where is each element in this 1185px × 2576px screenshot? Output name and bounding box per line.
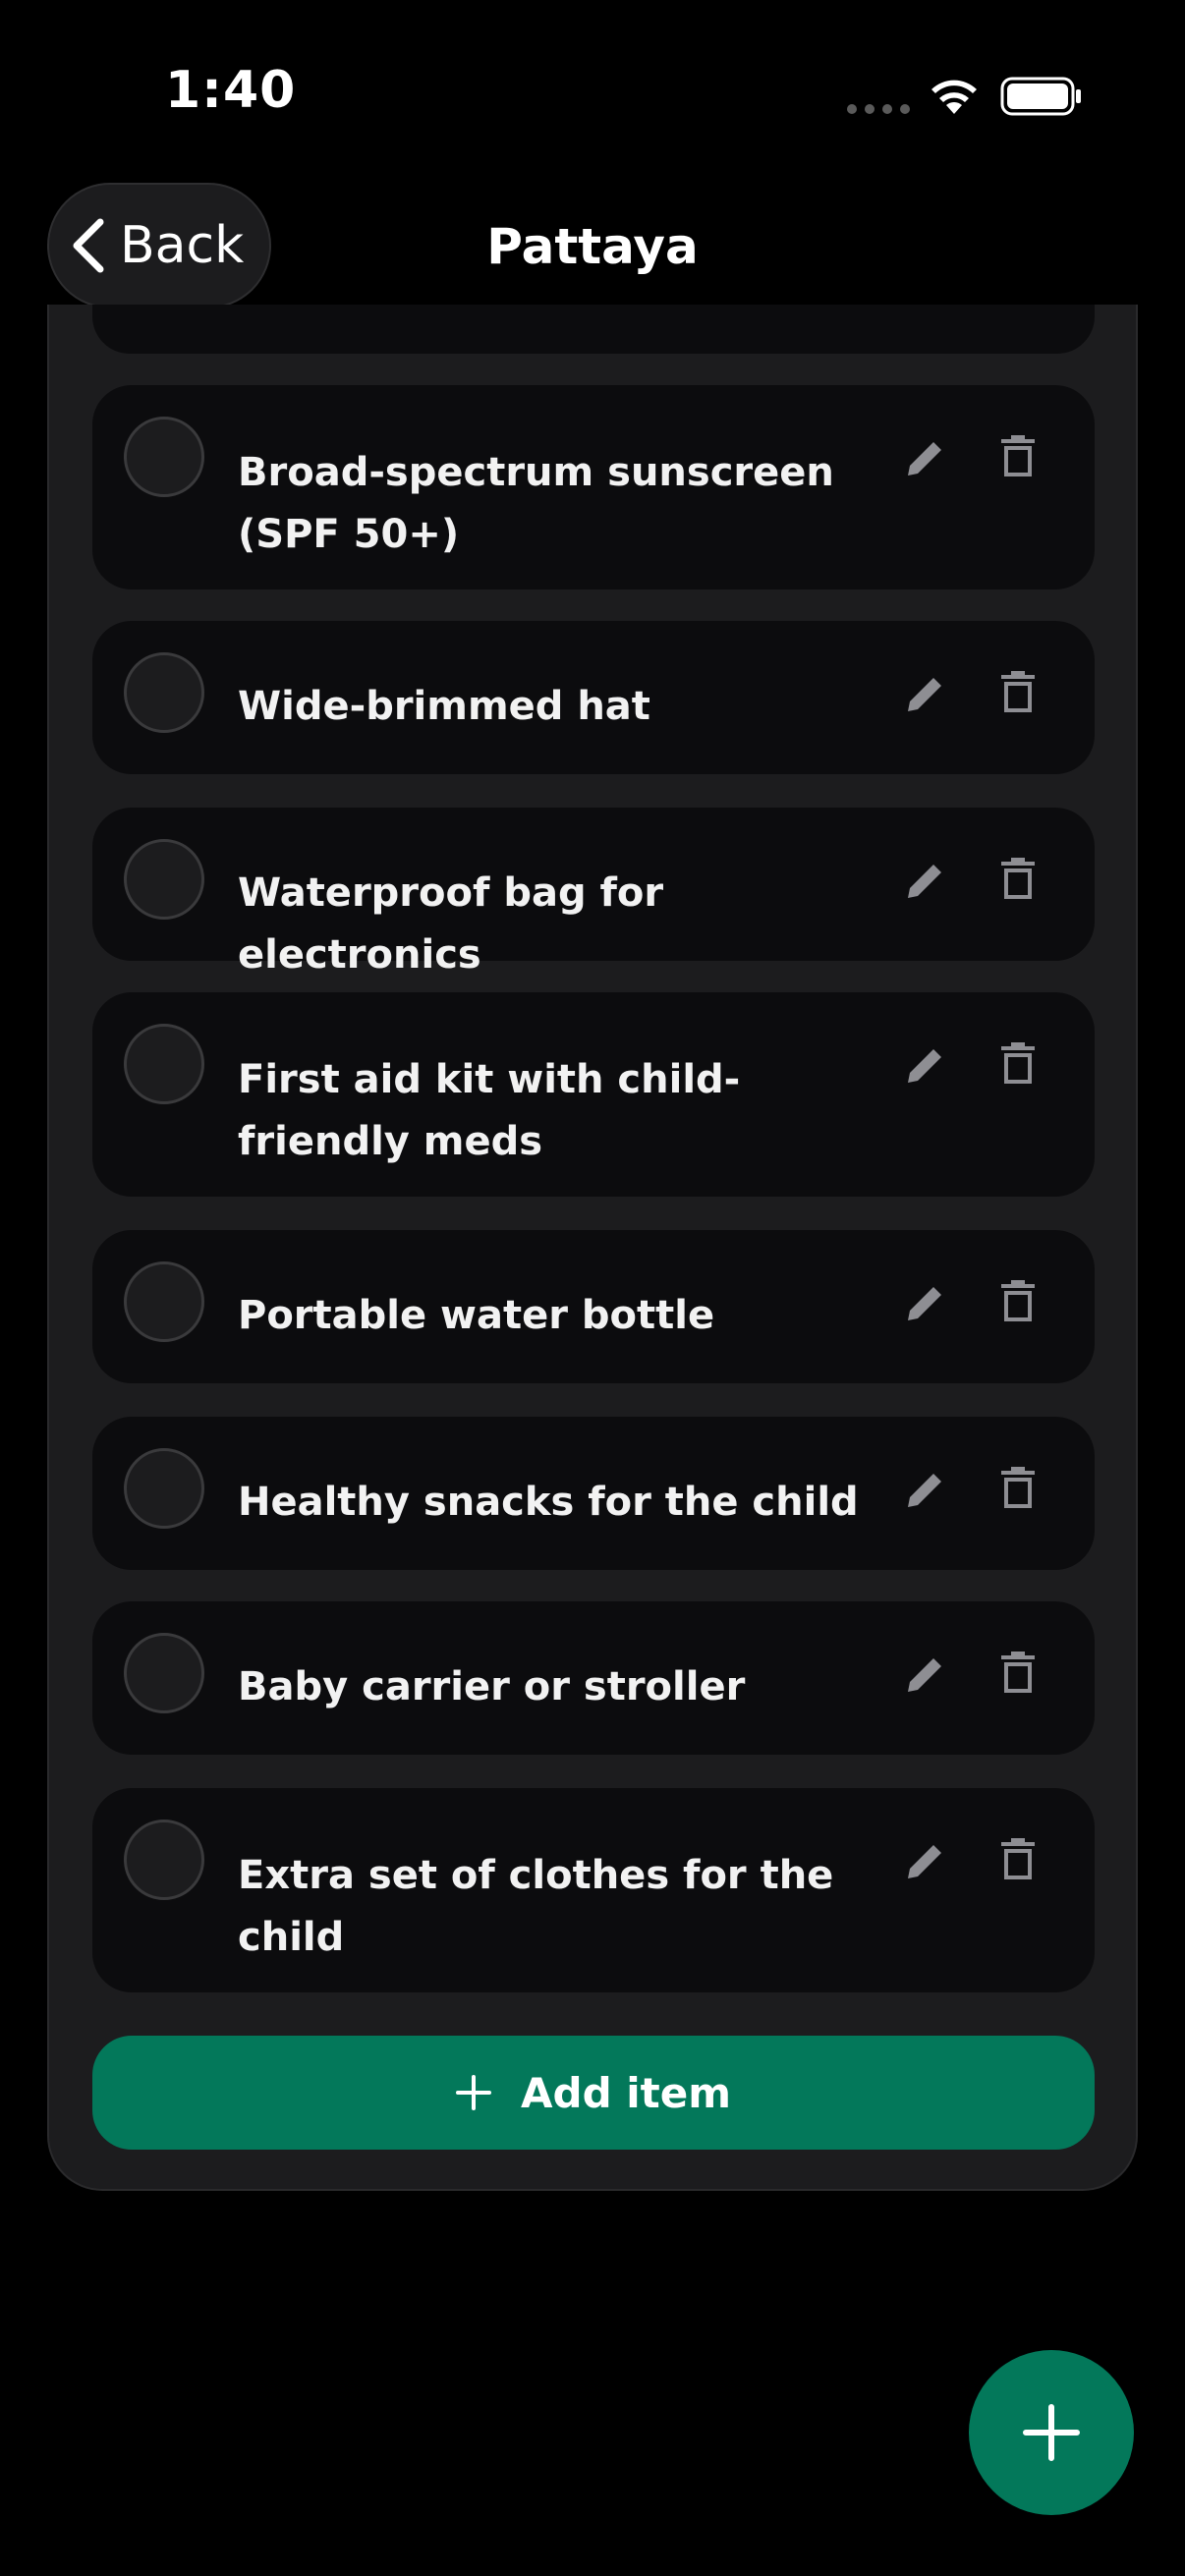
list-item: Extra set of clothes for the child <box>92 1788 1095 1992</box>
item-label: Waterproof bag for electronics <box>238 870 664 978</box>
trash-icon[interactable] <box>1000 434 1036 477</box>
battery-icon <box>1000 77 1081 116</box>
list-item: Waterproof bag for electronics <box>92 808 1095 978</box>
trash-icon[interactable] <box>1000 1837 1036 1880</box>
item-checkbox[interactable] <box>124 417 204 497</box>
item-label: Extra set of clothes for the child <box>238 1853 834 1960</box>
trash-icon[interactable] <box>1000 1651 1036 1694</box>
item-checkbox[interactable] <box>124 1024 204 1104</box>
list-item: Portable water bottle <box>92 1230 1095 1383</box>
list-item: Healthy snacks for the child <box>92 1417 1095 1570</box>
page-title: Pattaya <box>486 218 699 275</box>
plus-icon <box>1023 2404 1080 2461</box>
list-item: Broad-spectrum sunscreen (SPF 50+) <box>92 385 1095 589</box>
pencil-icon[interactable] <box>904 436 947 479</box>
wifi-icon <box>931 80 977 114</box>
item-label: First aid kit with child-friendly meds <box>238 1057 741 1164</box>
cellular-signal-icon <box>847 104 910 114</box>
plus-icon <box>456 2075 491 2110</box>
add-item-label: Add item <box>521 2068 731 2117</box>
item-label: Wide-brimmed hat <box>238 684 650 729</box>
item-label: Broad-spectrum sunscreen (SPF 50+) <box>238 450 834 557</box>
list-item: Wide-brimmed hat <box>92 621 1095 774</box>
add-item-button[interactable]: Add item <box>92 2036 1095 2150</box>
item-checkbox[interactable] <box>124 1261 204 1342</box>
floating-add-button[interactable] <box>969 2350 1134 2515</box>
trash-icon[interactable] <box>1000 670 1036 713</box>
trash-icon[interactable] <box>1000 857 1036 900</box>
pencil-icon[interactable] <box>904 1281 947 1324</box>
list-item: Baby carrier or stroller <box>92 1601 1095 1755</box>
pencil-icon[interactable] <box>904 859 947 902</box>
item-label: Healthy snacks for the child <box>238 1480 859 1525</box>
item-checkbox[interactable] <box>124 652 204 733</box>
trash-icon[interactable] <box>1000 1279 1036 1322</box>
trash-icon[interactable] <box>1000 1466 1036 1509</box>
list-item-clipped <box>92 305 1095 354</box>
list-item: First aid kit with child-friendly meds <box>92 992 1095 1197</box>
item-checkbox[interactable] <box>124 1820 204 1900</box>
pencil-icon[interactable] <box>904 1839 947 1882</box>
item-checkbox[interactable] <box>124 1448 204 1529</box>
pencil-icon[interactable] <box>904 1468 947 1511</box>
status-time: 1:40 <box>165 61 297 120</box>
pencil-icon[interactable] <box>904 1652 947 1696</box>
status-bar: 1:40 <box>0 0 1185 187</box>
pencil-icon[interactable] <box>904 672 947 715</box>
screen: 1:40 Back Pattaya Broad-spectrum sunscre… <box>0 0 1185 2576</box>
item-checkbox[interactable] <box>124 839 204 920</box>
item-checkbox[interactable] <box>124 1633 204 1713</box>
item-label: Portable water bottle <box>238 1293 715 1338</box>
pencil-icon[interactable] <box>904 1043 947 1087</box>
item-label: Baby carrier or stroller <box>238 1664 746 1709</box>
packing-list-card: Broad-spectrum sunscreen (SPF 50+) Wide-… <box>47 305 1138 2191</box>
trash-icon[interactable] <box>1000 1041 1036 1085</box>
